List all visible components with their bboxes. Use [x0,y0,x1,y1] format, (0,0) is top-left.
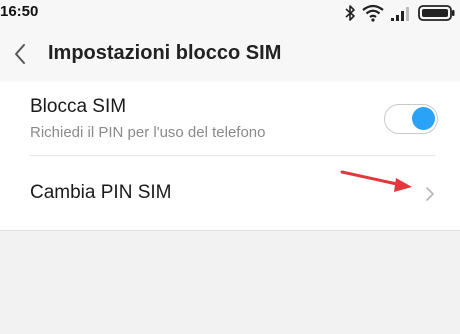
wifi-icon [362,4,384,22]
sim-lock-toggle[interactable] [384,104,438,134]
back-button[interactable] [8,39,36,69]
settings-list: Blocca SIM Richiedi il PIN per l'uso del… [0,82,460,231]
status-time: 16:50 [0,3,39,20]
annotation-arrow [340,170,412,192]
setting-row-sim-lock[interactable]: Blocca SIM Richiedi il PIN per l'uso del… [0,82,460,155]
bluetooth-icon [345,5,355,21]
signal-icon [391,7,409,21]
sim-lock-title: Blocca SIM [30,96,127,117]
battery-icon [418,5,455,21]
status-icons [344,2,456,24]
chevron-right-icon [426,187,434,201]
change-pin-title: Cambia PIN SIM [30,182,172,203]
app-header: Impostazioni blocco SIM [0,26,460,83]
status-bar: 16:50 [0,0,460,26]
chevron-left-icon [15,44,25,64]
toggle-knob [412,107,435,130]
page-title: Impostazioni blocco SIM [48,42,282,64]
sim-lock-subtitle: Richiedi il PIN per l'uso del telefono [30,124,266,141]
